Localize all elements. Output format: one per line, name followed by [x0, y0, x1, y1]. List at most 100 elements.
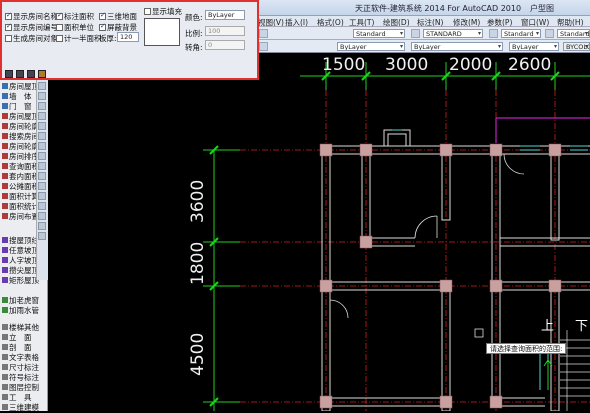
menu-icon — [2, 123, 8, 129]
sidebar-item[interactable]: 房间屋顶 — [2, 112, 39, 122]
checkbox[interactable] — [56, 11, 63, 20]
tool-icon[interactable] — [38, 182, 46, 190]
dim-top-1: 1500 — [322, 55, 366, 75]
checkbox[interactable] — [56, 35, 63, 42]
checkbox[interactable] — [56, 24, 63, 31]
sidebar-item[interactable]: 搜屋顶线 — [2, 236, 39, 246]
checkbox[interactable] — [99, 11, 106, 20]
sidebar-item[interactable]: 公摊面积 — [2, 182, 39, 192]
sidebar-item[interactable]: 面积计算 — [2, 192, 39, 202]
checkbox[interactable] — [99, 22, 106, 31]
tool-icon[interactable] — [38, 112, 46, 120]
color-select[interactable]: ByLayer — [205, 10, 245, 20]
menu-icon — [2, 394, 8, 400]
scale-input[interactable]: 100 — [205, 26, 245, 36]
table-style-icon[interactable] — [489, 29, 498, 38]
sidebar-item[interactable]: 工 具 — [2, 393, 32, 403]
menu-icon — [2, 324, 8, 330]
pick-polygon-icon[interactable] — [16, 70, 24, 78]
tool-icon[interactable] — [38, 222, 46, 230]
table-style-select[interactable]: Standard — [501, 29, 541, 38]
mleader-style-icon[interactable] — [545, 29, 554, 38]
checkbox[interactable] — [144, 8, 151, 15]
tool-icon[interactable] — [38, 232, 46, 240]
checkbox[interactable] — [5, 22, 12, 31]
checkbox[interactable] — [5, 11, 12, 20]
pick-floor-icon[interactable] — [27, 70, 35, 78]
tool-icon[interactable] — [38, 172, 46, 180]
mleader-style-select[interactable]: Standard — [557, 29, 590, 38]
sidebar-item[interactable]: 查询面积 — [2, 162, 39, 172]
sidebar-item[interactable]: 符号标注 — [2, 373, 39, 383]
text-style-icon[interactable] — [259, 29, 268, 38]
sidebar-item[interactable]: 攒尖屋顶 — [2, 266, 39, 276]
sidebar-item[interactable]: 房间轮廓 — [2, 122, 39, 132]
sidebar-item[interactable]: 面积统计 — [2, 202, 39, 212]
sidebar-item[interactable]: 房间屋顶 — [2, 82, 39, 92]
show-room-number-option[interactable]: 显示房间编号 — [5, 22, 58, 33]
thickness-input[interactable]: 120 — [117, 32, 139, 42]
menu-icon — [2, 133, 8, 139]
show-fill-option[interactable]: 显示填充 — [144, 6, 182, 17]
floor-plan — [203, 62, 590, 411]
sidebar-item[interactable]: 文字表格 — [2, 353, 39, 363]
sidebar-item[interactable]: 立 面 — [2, 333, 32, 343]
dim-style-select[interactable]: STANDARD — [423, 29, 483, 38]
tool-icon[interactable] — [38, 202, 46, 210]
tool-icon[interactable] — [38, 82, 46, 90]
sidebar-item[interactable]: 矩形屋顶 — [2, 276, 39, 286]
sidebar-item[interactable]: 任意坡顶 — [2, 246, 39, 256]
sidebar-item[interactable]: 房间轮廓 — [2, 142, 39, 152]
rotate-input[interactable]: 0 — [205, 40, 245, 50]
sidebar-item[interactable]: 门 窗 — [2, 102, 32, 112]
tool-icon[interactable] — [38, 102, 46, 110]
tool-icon[interactable] — [38, 132, 46, 140]
sidebar-item[interactable]: 房间排序 — [2, 152, 39, 162]
fill-preview — [144, 18, 180, 46]
dialog-action-buttons — [5, 70, 49, 80]
text-style-select[interactable]: Standard — [353, 29, 405, 38]
sidebar-item[interactable]: 加雨水管 — [2, 306, 39, 316]
sidebar-item[interactable]: 尺寸标注 — [2, 363, 39, 373]
sidebar-item[interactable]: 墙 体 — [2, 92, 32, 102]
tool-icon[interactable] — [38, 212, 46, 220]
checkbox[interactable] — [5, 35, 12, 42]
menu-icon — [2, 203, 8, 209]
pick-room-icon[interactable] — [5, 70, 13, 78]
layer-icon[interactable] — [259, 42, 268, 51]
dim-style-icon[interactable] — [411, 29, 420, 38]
tool-icon[interactable] — [38, 192, 46, 200]
color-select[interactable]: ByLayer — [337, 42, 405, 51]
sidebar-item[interactable]: 套内面积 — [2, 172, 39, 182]
sidebar-item[interactable]: 图层控制 — [2, 383, 39, 393]
sidebar-item[interactable]: 搜索房间 — [2, 132, 39, 142]
tool-icon[interactable] — [38, 162, 46, 170]
document-name: 户型图 — [530, 4, 554, 13]
sidebar-item[interactable]: 人字坡顶 — [2, 256, 39, 266]
sidebar-item[interactable]: 三维建模 — [2, 403, 39, 413]
plot-style-select[interactable]: BYCOLOR — [563, 42, 590, 51]
show-room-name-option[interactable]: 显示房间名称 — [5, 11, 58, 22]
sidebar-item[interactable]: 房间布置 — [2, 212, 39, 222]
menu-icon — [2, 153, 8, 159]
drawing-canvas[interactable]: 1500 3000 2000 2600 3600 1800 4500 上 下 — [48, 53, 590, 411]
sidebar-item[interactable]: 剖 面 — [2, 343, 32, 353]
mark-area-option[interactable]: 标注面积 — [56, 11, 94, 22]
3d-floor-option[interactable]: 三维地面 — [99, 11, 137, 22]
menu-icon — [2, 257, 8, 263]
tool-icon[interactable] — [38, 92, 46, 100]
generate-room-option[interactable]: 生成房间对象 — [5, 33, 58, 44]
tool-icon[interactable] — [38, 152, 46, 160]
menu-icon — [2, 384, 8, 390]
dim-top-4: 2600 — [508, 55, 552, 75]
area-unit-option[interactable]: 面积单位 — [56, 22, 94, 33]
tool-icon[interactable] — [38, 142, 46, 150]
sidebar-item[interactable]: 加老虎窗 — [2, 296, 39, 306]
tool-icon[interactable] — [38, 122, 46, 130]
half-area-option[interactable]: 计一半面积 — [56, 33, 102, 44]
menu-icon — [2, 183, 8, 189]
pick-slab-icon[interactable] — [38, 70, 46, 78]
lineweight-select[interactable]: ByLayer — [509, 42, 559, 51]
sidebar-item[interactable]: 楼梯其他 — [2, 323, 39, 333]
linetype-select[interactable]: ByLayer — [411, 42, 503, 51]
